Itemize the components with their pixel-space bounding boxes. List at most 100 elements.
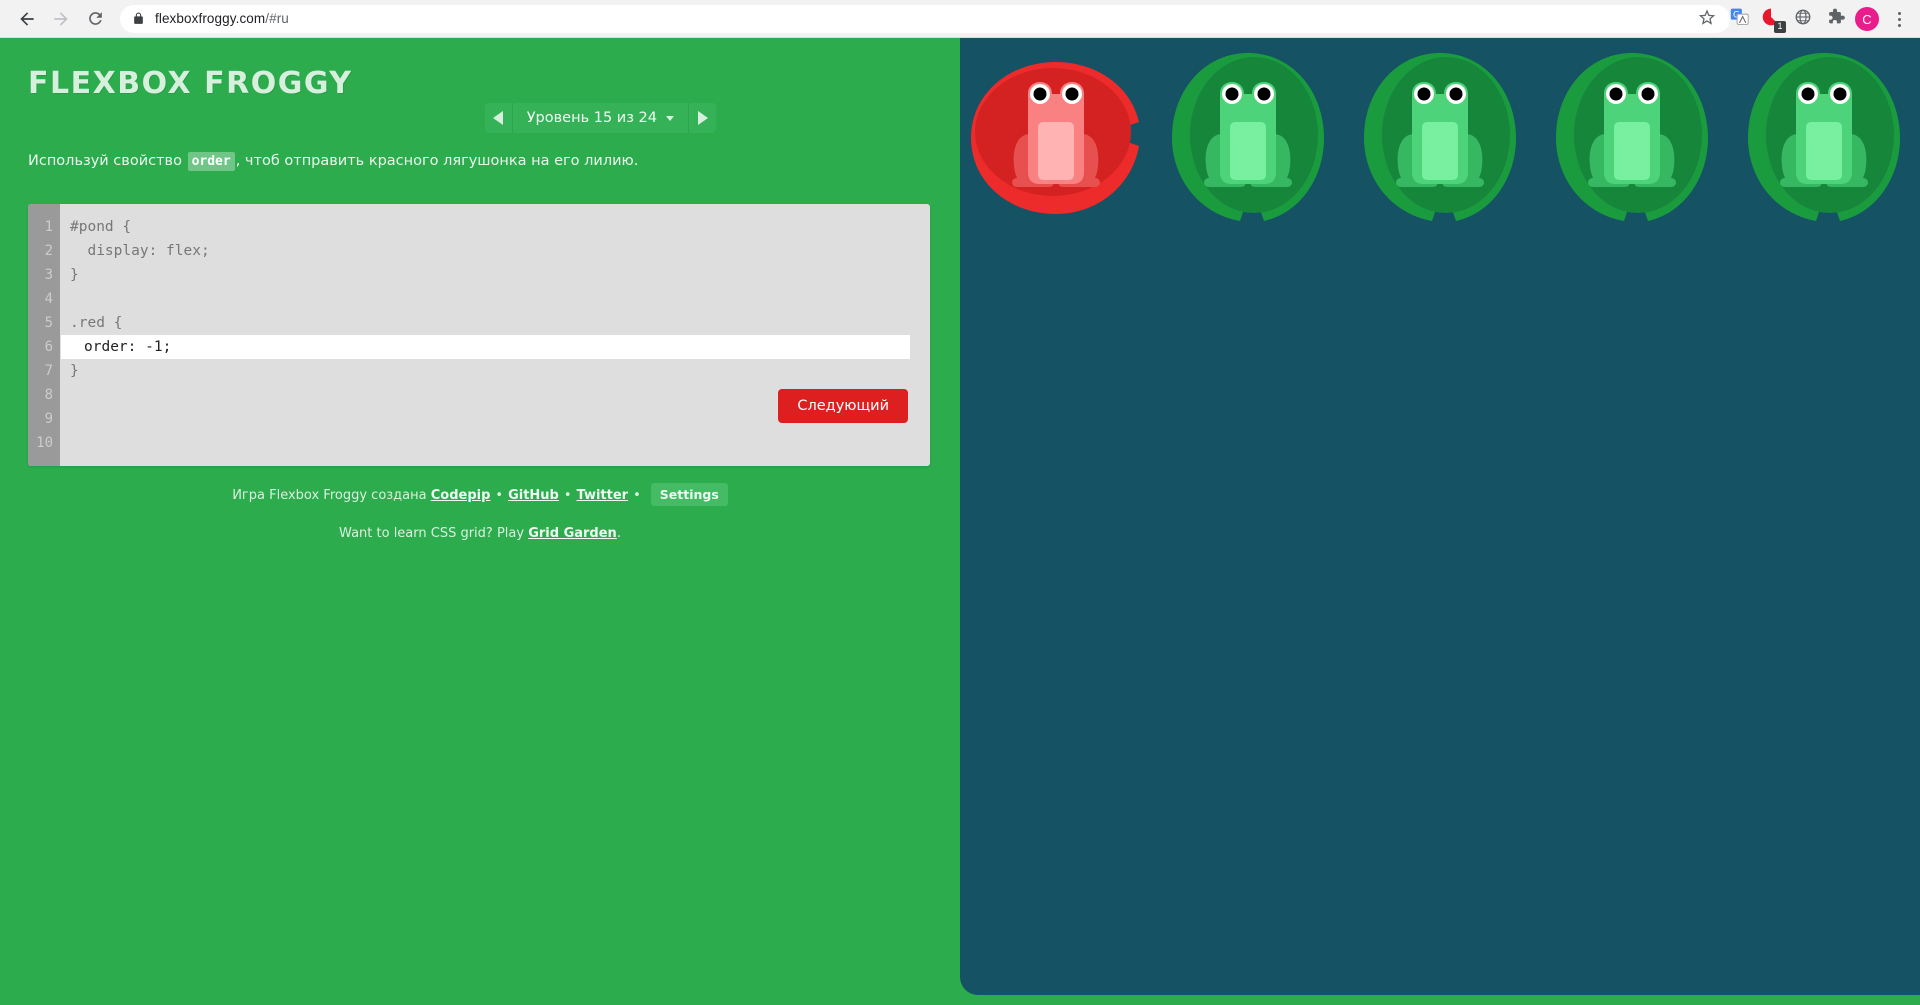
next-button[interactable]: Следующий [778, 389, 908, 423]
frog-eye [1065, 87, 1079, 101]
green-frog-4-graphic [1748, 53, 1900, 221]
back-button[interactable] [10, 2, 44, 36]
code-line: } [70, 363, 79, 379]
footer-sep-3: • [633, 488, 641, 503]
address-bar[interactable]: flexboxfroggy.com/#ru [120, 4, 1730, 33]
forward-button[interactable] [44, 2, 78, 36]
url-host: flexboxfroggy.com [155, 11, 266, 26]
code-lines: #pond { display: flex;} .red { order: -1;… [60, 215, 930, 383]
line-number: 4 [44, 291, 53, 307]
level-navigation: Уровень 15 из 24 [484, 103, 716, 133]
page-title: FLEXBOX FROGGY [28, 66, 353, 101]
green-frog-1-lilypad [1152, 38, 1344, 238]
pond [960, 38, 1920, 995]
browser-toolbar: flexboxfroggy.com/#ru G 1 C [0, 0, 1920, 38]
red-frog-graphic [971, 62, 1139, 214]
profile-avatar-button[interactable]: C [1852, 4, 1882, 34]
extension-count-badge: 1 [1774, 21, 1786, 33]
google-translate-button[interactable]: G [1724, 4, 1754, 34]
line-number: 7 [44, 363, 53, 379]
code-line: display: flex; [70, 243, 210, 259]
frog-eye [1257, 87, 1271, 101]
extension-badge-button[interactable]: 1 [1756, 4, 1786, 34]
link-github[interactable]: GitHub [508, 488, 559, 503]
instruction-property-code: order [187, 152, 235, 171]
url-text: flexboxfroggy.com/#ru [155, 11, 289, 26]
instruction-text: Используй свойство order, чтоб отправить… [28, 152, 639, 171]
editor-actions: Следующий [60, 383, 930, 449]
grid-prefix: Want to learn CSS grid? Play [339, 526, 529, 541]
line-number: 3 [44, 267, 53, 283]
puzzle-piece-icon [1826, 7, 1845, 31]
line-number: 9 [44, 411, 53, 427]
toolbar-icon-group: G 1 C [1692, 0, 1914, 38]
frog-eye [1449, 87, 1463, 101]
frog-eye [1609, 87, 1623, 101]
extensions-button[interactable] [1820, 4, 1850, 34]
green-frog-4-lilypad [1728, 38, 1920, 238]
green-frog-3-graphic [1556, 53, 1708, 221]
footer-credit-line: Игра Flexbox Froggy создана Codepip • GitH… [0, 483, 960, 506]
code-line-editable[interactable]: order: -1; [61, 335, 910, 359]
chevron-right-icon [697, 111, 708, 125]
line-number: 6 [44, 339, 53, 355]
link-grid-garden[interactable]: Grid Garden [528, 526, 617, 541]
reload-icon [86, 9, 105, 28]
green-frog-1-graphic [1172, 53, 1324, 221]
bookmark-star-button[interactable] [1692, 4, 1722, 34]
forward-arrow-icon [51, 9, 71, 29]
globe-icon [1794, 8, 1812, 31]
instructions-panel: FLEXBOX FROGGY Уровень 15 из 24 Использу… [0, 38, 960, 1005]
line-number: 5 [44, 315, 53, 331]
code-line: } [70, 267, 79, 283]
level-label-text: Уровень 15 из 24 [526, 110, 657, 126]
code-line: #pond { [70, 219, 132, 235]
line-number-gutter: 1 2 3 4 5 6 7 8 9 10 [28, 204, 60, 466]
url-path: /#ru [265, 11, 289, 26]
chrome-menu-button[interactable] [1884, 4, 1914, 34]
level-selector[interactable]: Уровень 15 из 24 [513, 103, 688, 133]
globe-button[interactable] [1788, 4, 1818, 34]
line-number: 2 [44, 243, 53, 259]
settings-button[interactable]: Settings [650, 483, 728, 506]
chevron-left-icon [493, 111, 504, 125]
frog-eye [1801, 87, 1815, 101]
instruction-prefix: Используй свойство [28, 153, 187, 169]
chevron-down-icon [666, 115, 674, 121]
footer-credit-prefix: Игра Flexbox Froggy создана [232, 488, 431, 503]
google-translate-icon: G [1730, 7, 1749, 31]
code-area[interactable]: #pond { display: flex;} .red { order: -1;… [60, 204, 930, 466]
avatar: C [1855, 7, 1879, 31]
frog-eye [1417, 87, 1431, 101]
line-number: 8 [44, 387, 53, 403]
green-frog-2-graphic [1364, 53, 1516, 221]
green-frog-2-lilypad [1344, 38, 1536, 238]
link-codepip[interactable]: Codepip [431, 488, 491, 503]
frog-eye [1641, 87, 1655, 101]
next-level-button[interactable] [688, 103, 716, 133]
link-twitter[interactable]: Twitter [577, 488, 629, 503]
page-body: FLEXBOX FROGGY Уровень 15 из 24 Использу… [0, 38, 1920, 1005]
code-editor[interactable]: 1 2 3 4 5 6 7 8 9 10 #pond { display: flex;} .red… [28, 204, 930, 466]
footer-sep-2: • [563, 488, 572, 503]
code-line: .red { [70, 315, 123, 331]
star-icon [1698, 8, 1716, 31]
line-number: 10 [36, 435, 53, 451]
frog-eye [1833, 87, 1847, 101]
reload-button[interactable] [78, 2, 112, 36]
three-dot-menu-icon [1897, 11, 1901, 27]
grid-suffix: . [616, 526, 621, 541]
back-arrow-icon [17, 9, 37, 29]
red-frog-lilypad [960, 38, 1152, 238]
lock-icon [132, 12, 145, 25]
footer-grid-line: Want to learn CSS grid? Play Grid Garden… [0, 526, 960, 541]
green-frog-3-lilypad [1536, 38, 1728, 238]
footer-sep-1: • [495, 488, 504, 503]
footer: Игра Flexbox Froggy создана Codepip • GitH… [0, 483, 960, 541]
instruction-suffix: , чтоб отправить красного лягушонка на е… [235, 153, 639, 169]
line-number: 1 [44, 219, 53, 235]
frog-eye [1033, 87, 1047, 101]
previous-level-button[interactable] [484, 103, 513, 133]
frog-eye [1225, 87, 1239, 101]
